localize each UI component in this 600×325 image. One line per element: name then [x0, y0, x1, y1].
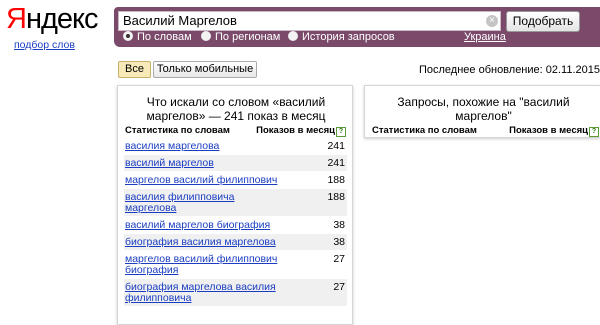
phrase-link[interactable]: василия филипповича маргелова [124, 189, 280, 216]
submit-button[interactable]: Подобрать [506, 11, 580, 32]
row-count: 241 [327, 157, 345, 169]
col-header-views: Показов в месяц? [509, 125, 599, 137]
help-icon[interactable]: ? [336, 127, 346, 137]
radio-history[interactable]: История запросов [288, 31, 395, 43]
logo-first-letter: Я [6, 3, 27, 35]
col-header-words: Статистика по словам [372, 125, 477, 136]
radio-by-regions[interactable]: По регионам [201, 31, 280, 43]
search-input[interactable]: Василий Маргелов [118, 11, 501, 31]
radio-by-words[interactable]: По словам [123, 31, 192, 43]
phrase-link[interactable]: маргелов василий филиппович [124, 172, 280, 188]
table-row: василия маргелова 241 [124, 137, 347, 154]
radio-label: По словам [137, 31, 192, 43]
similar-queries-panel: Запросы, похожие на "василий маргелов" С… [364, 85, 600, 138]
words-table: василия маргелова 241 василий маргелов 241… [124, 137, 347, 306]
words-panel-title: Что искали со словом «василий маргелов» … [146, 95, 326, 123]
phrase-link[interactable]: маргелов василий филиппович биография [124, 251, 280, 278]
radio-label: История запросов [302, 31, 395, 43]
radio-dot-icon [123, 31, 133, 41]
phrase-link[interactable]: василий маргелов биография [124, 217, 280, 233]
phrase-link[interactable]: василий маргелов [124, 155, 280, 171]
yandex-logo[interactable]: Яндекс [6, 2, 99, 36]
radio-label: По регионам [215, 31, 281, 43]
col-header-views-label: Показов в месяц [509, 125, 588, 136]
table-row: василий маргелов биография 38 [124, 216, 347, 233]
last-update: Последнее обновление: 02.11.2015 [418, 64, 600, 76]
phrase-link[interactable]: биография василия маргелова [124, 234, 280, 250]
phrase-link[interactable]: василия маргелова [124, 138, 280, 154]
row-count: 27 [333, 281, 345, 293]
region-link[interactable]: Украина [464, 31, 506, 43]
row-count: 38 [333, 219, 345, 231]
radio-dot-icon [288, 31, 298, 41]
table-row: маргелов василий филиппович биография 27 [124, 250, 347, 278]
row-count: 38 [333, 236, 345, 248]
row-count: 241 [327, 140, 345, 152]
wordstat-link[interactable]: подбор слов [14, 39, 75, 51]
row-count: 188 [327, 174, 345, 186]
table-row: василия филипповича маргелова 188 [124, 188, 347, 216]
tab-mobile-only[interactable]: Только мобильные [153, 61, 257, 78]
clear-icon[interactable]: × [486, 15, 498, 27]
radio-dot-icon [201, 31, 211, 41]
words-panel: Что искали со словом «василий маргелов» … [117, 85, 353, 325]
row-count: 188 [327, 191, 345, 203]
help-icon[interactable]: ? [589, 127, 599, 137]
row-count: 27 [333, 253, 345, 265]
phrase-link[interactable]: биография маргелова василия филипповича [124, 279, 280, 306]
similar-panel-title: Запросы, похожие на "василий маргелов" [397, 95, 570, 123]
tab-all[interactable]: Все [118, 61, 151, 78]
col-header-views: Показов в месяц? [256, 125, 346, 137]
table-row: биография маргелова василия филипповича 2… [124, 278, 347, 306]
table-row: маргелов василий филиппович 188 [124, 171, 347, 188]
table-row: василий маргелов 241 [124, 154, 347, 171]
col-header-words: Статистика по словам [125, 125, 230, 136]
table-row: биография василия маргелова 38 [124, 233, 347, 250]
col-header-views-label: Показов в месяц [256, 125, 335, 136]
logo-rest: ндекс [25, 3, 99, 35]
